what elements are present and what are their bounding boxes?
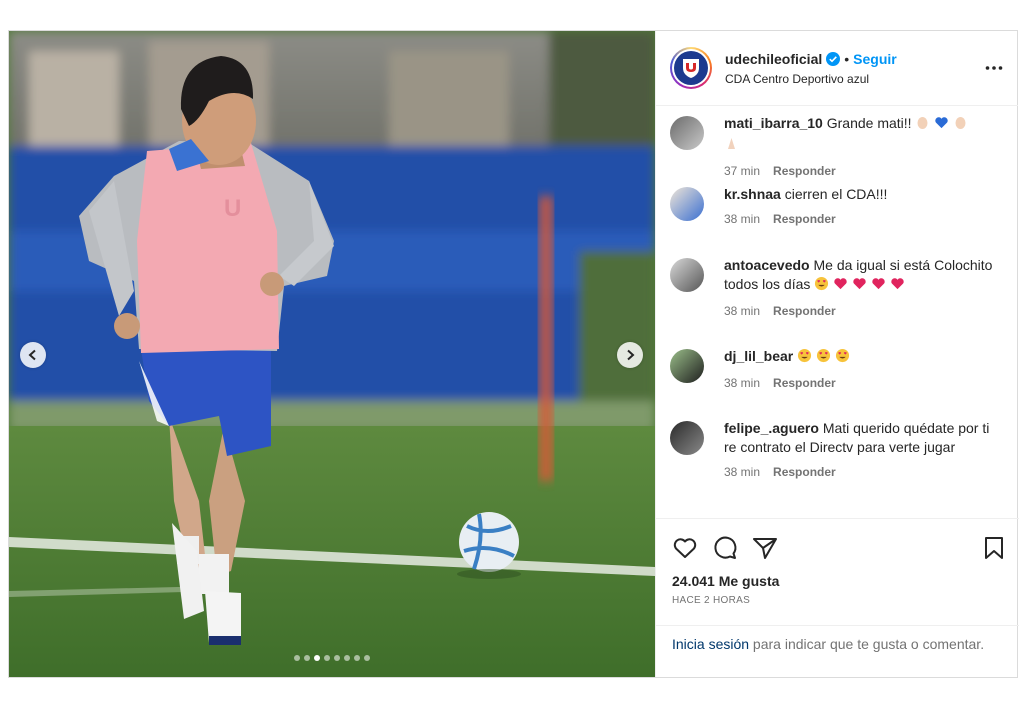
reply-button[interactable]: Responder (773, 162, 836, 181)
heart-eyes-icon (816, 348, 831, 368)
likes-count[interactable]: 24.041 Me gusta (672, 573, 1005, 589)
comment-avatar[interactable] (670, 421, 704, 455)
carousel-dot (304, 655, 310, 661)
heart-eyes-icon (797, 348, 812, 368)
bookmark-icon (985, 537, 1003, 559)
send-icon (753, 538, 777, 559)
chevron-left-icon (28, 349, 36, 361)
reply-button[interactable]: Responder (773, 463, 836, 482)
comment-avatar[interactable] (670, 349, 704, 383)
hand-light-icon (915, 115, 930, 135)
red-heart-icon (871, 276, 886, 296)
post-photo[interactable]: U (9, 31, 655, 677)
comment-avatar[interactable] (670, 187, 704, 221)
comment-time: 37 min (724, 164, 761, 178)
like-button[interactable] (672, 536, 698, 560)
reply-button[interactable]: Responder (773, 302, 836, 321)
carousel-dot (294, 655, 300, 661)
comment-item: antoacevedo Me da igual si está Colochit… (670, 256, 1004, 347)
comment-item: dj_lil_bear 38 min Responder (670, 347, 1004, 419)
comment-avatar[interactable] (670, 116, 704, 150)
chevron-right-icon (627, 349, 635, 361)
post-header: udechileoficial • Seguir CDA Centro Depo… (656, 31, 1018, 106)
carousel-dot (334, 655, 340, 661)
more-horizontal-icon (985, 66, 1003, 70)
comments-list[interactable]: mati_ibarra_10 Grande mati!! 37 min Resp… (656, 106, 1018, 516)
follow-button[interactable]: Seguir (853, 51, 897, 67)
carousel-dot (344, 655, 350, 661)
carousel-dot (324, 655, 330, 661)
comment-item: kr.shnaa cierren el CDA!!! 38 min Respon… (670, 185, 1004, 256)
previous-slide-button[interactable] (20, 342, 46, 368)
comment-time: 38 min (724, 465, 761, 479)
carousel-dot (314, 655, 320, 661)
hand-light-icon (953, 115, 968, 135)
carousel-dot (354, 655, 360, 661)
account-avatar[interactable] (670, 47, 712, 89)
login-prompt-text: para indicar que te gusta o comentar. (749, 636, 985, 652)
comment-time: 38 min (724, 304, 761, 318)
post-actions: 24.041 Me gusta HACE 2 HORAS (656, 518, 1019, 606)
svg-text:U: U (224, 195, 241, 222)
reply-button[interactable]: Responder (773, 374, 836, 393)
login-prompt: Inicia sesión para indicar que te gusta … (656, 625, 1019, 663)
red-heart-icon (852, 276, 867, 296)
red-heart-icon (833, 276, 848, 296)
comment-avatar[interactable] (670, 258, 704, 292)
comment-button[interactable] (712, 535, 738, 561)
verified-badge-icon (826, 51, 841, 66)
comment-time: 38 min (724, 212, 761, 226)
post-timestamp[interactable]: HACE 2 HORAS (672, 595, 1005, 606)
club-crest-icon (674, 51, 708, 85)
heart-eyes-icon (835, 348, 850, 368)
reply-button[interactable]: Responder (773, 210, 836, 229)
save-button[interactable] (983, 536, 1005, 560)
comment-username[interactable]: felipe_.aguero (724, 420, 819, 436)
comment-username[interactable]: mati_ibarra_10 (724, 115, 823, 131)
heart-eyes-icon (814, 276, 829, 296)
comment-bubble-icon (714, 536, 737, 559)
comment-username[interactable]: kr.shnaa (724, 186, 781, 202)
carousel-indicator (9, 655, 655, 661)
comment-text: Grande mati!! (826, 115, 912, 131)
account-username[interactable]: udechileoficial (725, 51, 822, 67)
training-photo: U (9, 31, 655, 677)
red-heart-icon (890, 276, 905, 296)
login-link[interactable]: Inicia sesión (672, 636, 749, 652)
blue-heart-icon (934, 115, 949, 135)
comment-time: 38 min (724, 376, 761, 390)
post-sidebar: udechileoficial • Seguir CDA Centro Depo… (655, 31, 1019, 677)
comment-item: felipe_.aguero Mati querido quédate por … (670, 419, 1004, 509)
praying-hands-icon (724, 136, 739, 156)
comment-text: cierren el CDA!!! (784, 186, 888, 202)
header-separator: • (844, 50, 850, 67)
share-button[interactable] (752, 536, 778, 560)
comment-item: mati_ibarra_10 Grande mati!! 37 min Resp… (670, 114, 1004, 185)
post-location[interactable]: CDA Centro Deportivo azul (725, 72, 897, 86)
next-slide-button[interactable] (617, 342, 643, 368)
more-options-button[interactable] (984, 58, 1004, 83)
heart-icon (673, 538, 697, 558)
carousel-dot (364, 655, 370, 661)
comment-username[interactable]: dj_lil_bear (724, 348, 793, 364)
comment-username[interactable]: antoacevedo (724, 257, 810, 273)
instagram-post: U udechileoficial • Seguir CDA Centro De… (8, 30, 1019, 678)
